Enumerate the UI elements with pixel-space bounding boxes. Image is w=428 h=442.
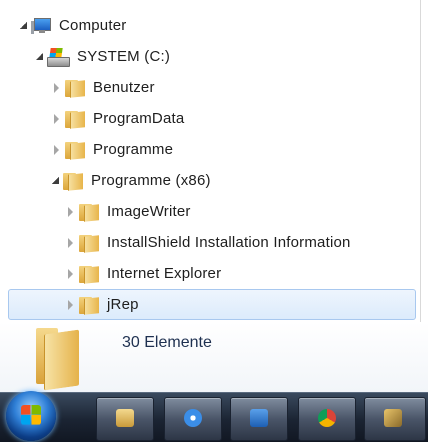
tree-item-installshield[interactable]: InstallShield Installation Information [66,227,351,258]
outlook-icon[interactable] [230,397,288,441]
expanded-arrow-icon[interactable] [36,53,43,60]
collapsed-arrow-icon[interactable] [68,268,73,279]
collapsed-arrow-icon[interactable] [68,206,73,217]
tree-item-jrep[interactable]: jRep [8,289,416,320]
expanded-arrow-icon[interactable] [52,177,59,184]
tree-item-label: jRep [107,296,139,313]
tree-item-label: Computer [59,17,127,34]
collapsed-arrow-icon[interactable] [68,299,73,310]
folder-icon [79,296,99,315]
tree-item-benutzer[interactable]: Benutzer [52,72,155,103]
taskbar [0,391,428,442]
tree-item-internet-explorer[interactable]: Internet Explorer [66,258,221,289]
expanded-arrow-icon[interactable] [20,22,27,29]
tree-item-label: Programme (x86) [91,172,211,189]
navigation-tree: Computer SYSTEM (C:) Benutzer ProgramDat… [0,0,421,322]
tree-item-imagewriter[interactable]: ImageWriter [66,196,191,227]
tree-item-label: Programme [93,141,174,158]
folder-icon [65,79,85,98]
safari-icon[interactable] [164,397,222,441]
tree-item-computer[interactable]: Computer [20,10,126,41]
tree-item-label: Internet Explorer [107,265,222,282]
tree-item-label: ImageWriter [107,203,191,220]
item-count: 30 Elemente [122,334,212,351]
folder-icon [36,328,80,391]
collapsed-arrow-icon[interactable] [54,82,59,93]
folder-icon [65,110,85,129]
tree-item-label: InstallShield Installation Information [107,234,351,251]
file-explorer-icon[interactable] [96,397,154,441]
details-pane: 30 Elemente [0,322,428,392]
folder-icon [79,265,99,284]
app-icon[interactable] [364,397,426,441]
drive-icon [47,47,70,67]
folder-icon [65,141,85,160]
tree-item-label: SYSTEM (C:) [77,48,171,65]
collapsed-arrow-icon[interactable] [54,113,59,124]
folder-icon [79,203,99,222]
tree-item-programdata[interactable]: ProgramData [52,103,184,134]
windows-start-icon[interactable] [6,391,56,441]
chrome-icon[interactable] [298,397,356,441]
tree-item-programme[interactable]: Programme [52,134,173,165]
collapsed-arrow-icon[interactable] [54,144,59,155]
collapsed-arrow-icon[interactable] [68,237,73,248]
tree-item-system-drive[interactable]: SYSTEM (C:) [36,41,170,72]
tree-item-programme-x86[interactable]: Programme (x86) [52,165,211,196]
tree-item-label: ProgramData [93,110,185,127]
tree-item-label: Benutzer [93,79,155,96]
computer-icon [31,17,51,35]
folder-icon [79,234,99,253]
folder-icon [63,172,83,191]
